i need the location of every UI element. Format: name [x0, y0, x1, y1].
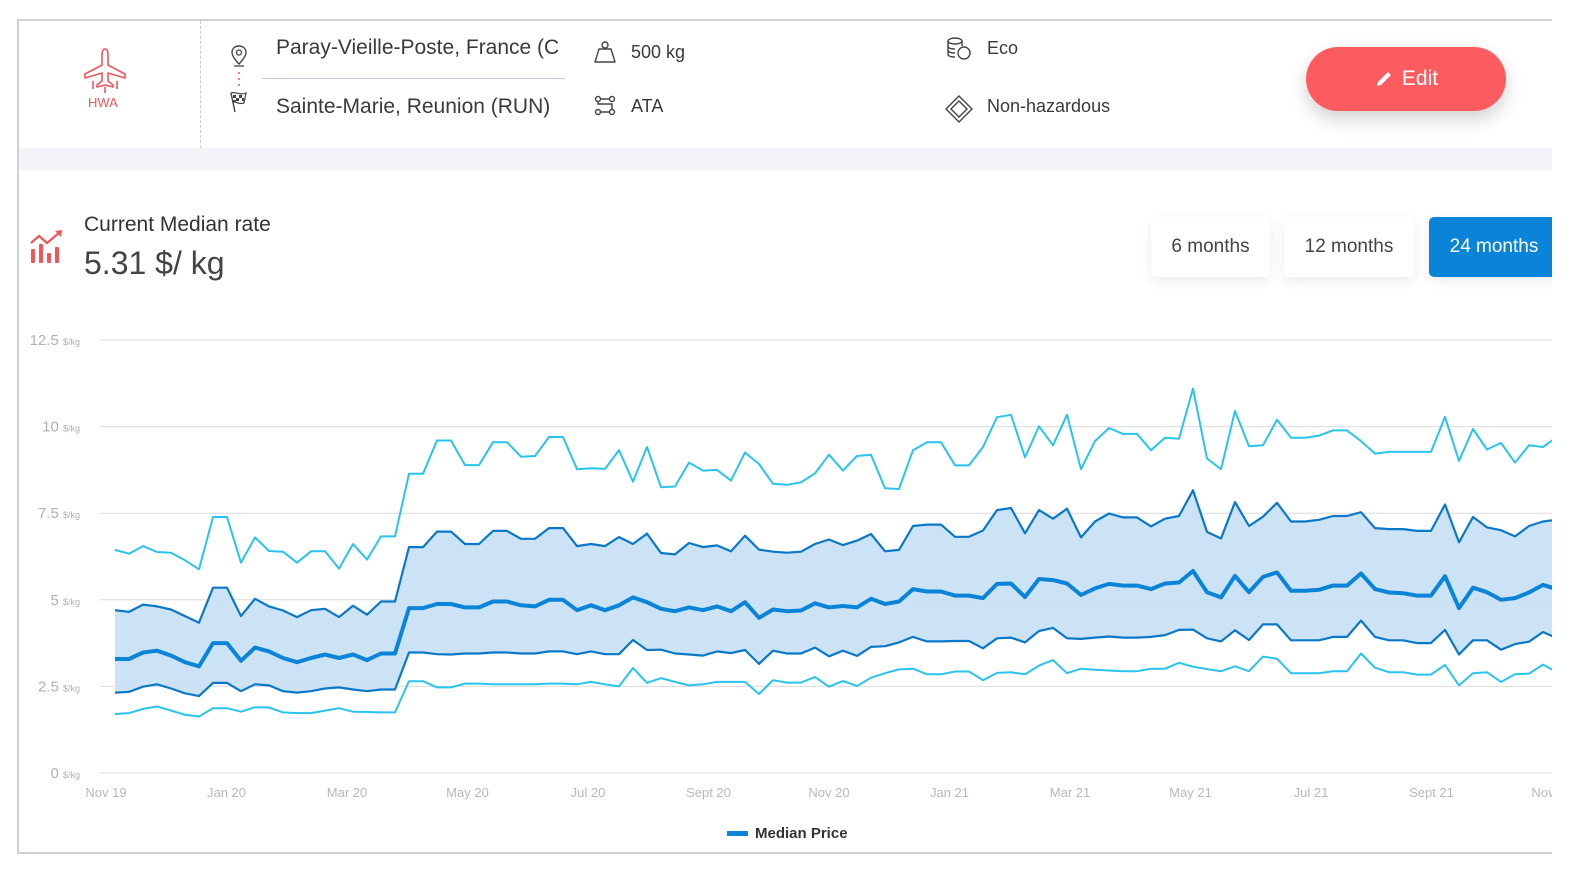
y-tick-label: 2.5 $/kg [38, 678, 80, 695]
y-tick-label: 0 $/kg [50, 765, 80, 782]
x-tick-label: Jan 20 [207, 785, 246, 800]
legend-label-median-price: Median Price [755, 825, 848, 842]
y-tick-label: 12.5 $/kg [30, 332, 80, 349]
x-tick-label: Mar 20 [327, 785, 367, 800]
x-tick-label: Jul 21 [1294, 785, 1329, 800]
x-tick-label: May 21 [1169, 785, 1212, 800]
y-tick-label: 5 $/kg [50, 592, 80, 609]
x-tick-label: Sept 21 [1409, 785, 1454, 800]
x-tick-label: Nov 19 [85, 785, 126, 800]
chart-legend[interactable]: Median Price [727, 825, 848, 842]
interquartile-band [115, 490, 1552, 697]
rate-panel: HWA Paray-Vieille-Poste, France (C Saint… [17, 19, 1552, 854]
median-price-chart: 0 $/kg 2.5 $/kg 5 $/kg 7.5 $/kg 10 $/kg 12.5 … [30, 332, 1552, 800]
legend-swatch-median-price [727, 831, 748, 836]
y-tick-label: 7.5 $/kg [38, 505, 80, 522]
y-tick-label: 10 $/kg [42, 419, 80, 436]
x-tick-label: Jan 21 [930, 785, 969, 800]
x-tick-label: May 20 [446, 785, 489, 800]
x-tick-label: Mar 21 [1050, 785, 1090, 800]
plot-area [114, 387, 1552, 718]
x-tick-label: Jul 20 [571, 785, 606, 800]
x-tick-label: Nov 20 [808, 785, 849, 800]
x-tick-label: Nov 21 [1531, 785, 1552, 800]
x-tick-label: Sept 20 [686, 785, 731, 800]
